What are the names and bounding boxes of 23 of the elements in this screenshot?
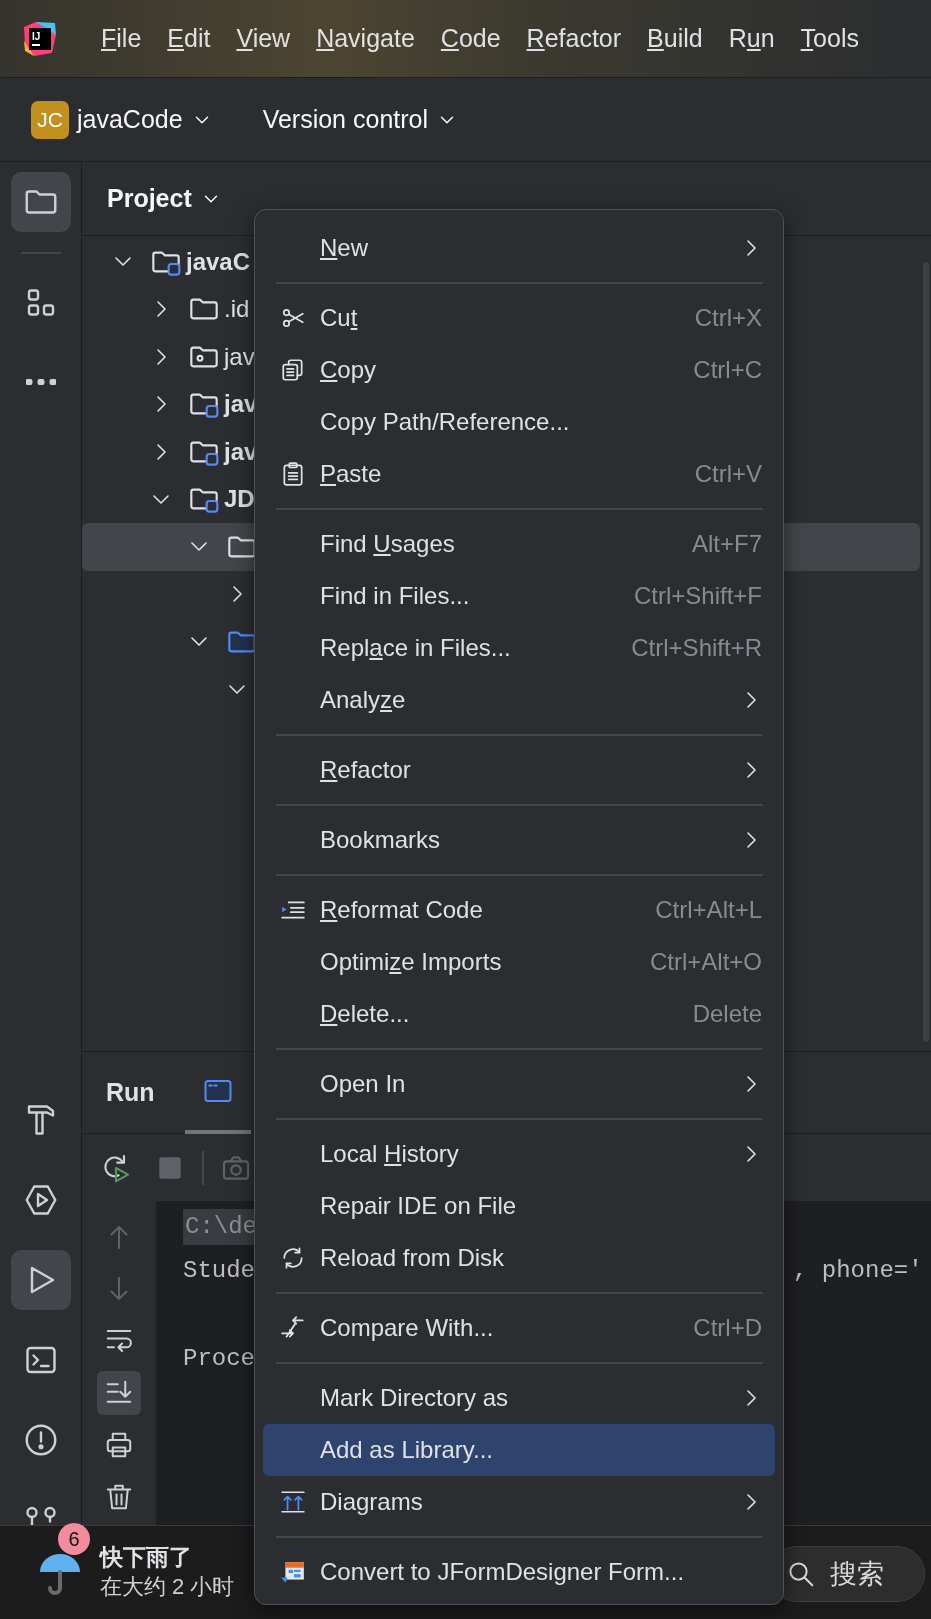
shortcut-text: Delete — [692, 999, 762, 1029]
weather-subtitle: 在大约 2 小时 — [100, 1573, 235, 1602]
tree-label: JD — [224, 484, 255, 515]
shortcut-text: Ctrl+Alt+L — [655, 895, 762, 925]
console-line: Stude — [183, 1257, 255, 1284]
weather-title: 快下雨了 — [100, 1543, 193, 1573]
console-line: Proce — [183, 1345, 255, 1372]
shortcut-text: Ctrl+D — [693, 1313, 762, 1343]
shortcut-text: Ctrl+Shift+F — [633, 581, 762, 611]
tree-label: jav — [224, 341, 255, 372]
notification-badge: 6 — [58, 1523, 90, 1556]
tree-label: javaC — [186, 246, 251, 277]
panel-title: Run — [106, 1076, 155, 1108]
shortcut-text: Alt+F7 — [691, 529, 762, 559]
shortcut-text: Ctrl+X — [694, 303, 762, 333]
console-line: , phone=' — [793, 1256, 923, 1286]
project-name: javaCode — [77, 103, 183, 135]
shortcut-text: Ctrl+Shift+R — [631, 633, 762, 663]
shortcut-text: Ctrl+V — [694, 459, 762, 489]
project-avatar: JC — [31, 100, 69, 139]
shortcut-text: Ctrl+C — [693, 355, 762, 385]
tree-label: .id — [224, 294, 250, 325]
shortcut-text: Ctrl+Alt+O — [649, 947, 762, 977]
